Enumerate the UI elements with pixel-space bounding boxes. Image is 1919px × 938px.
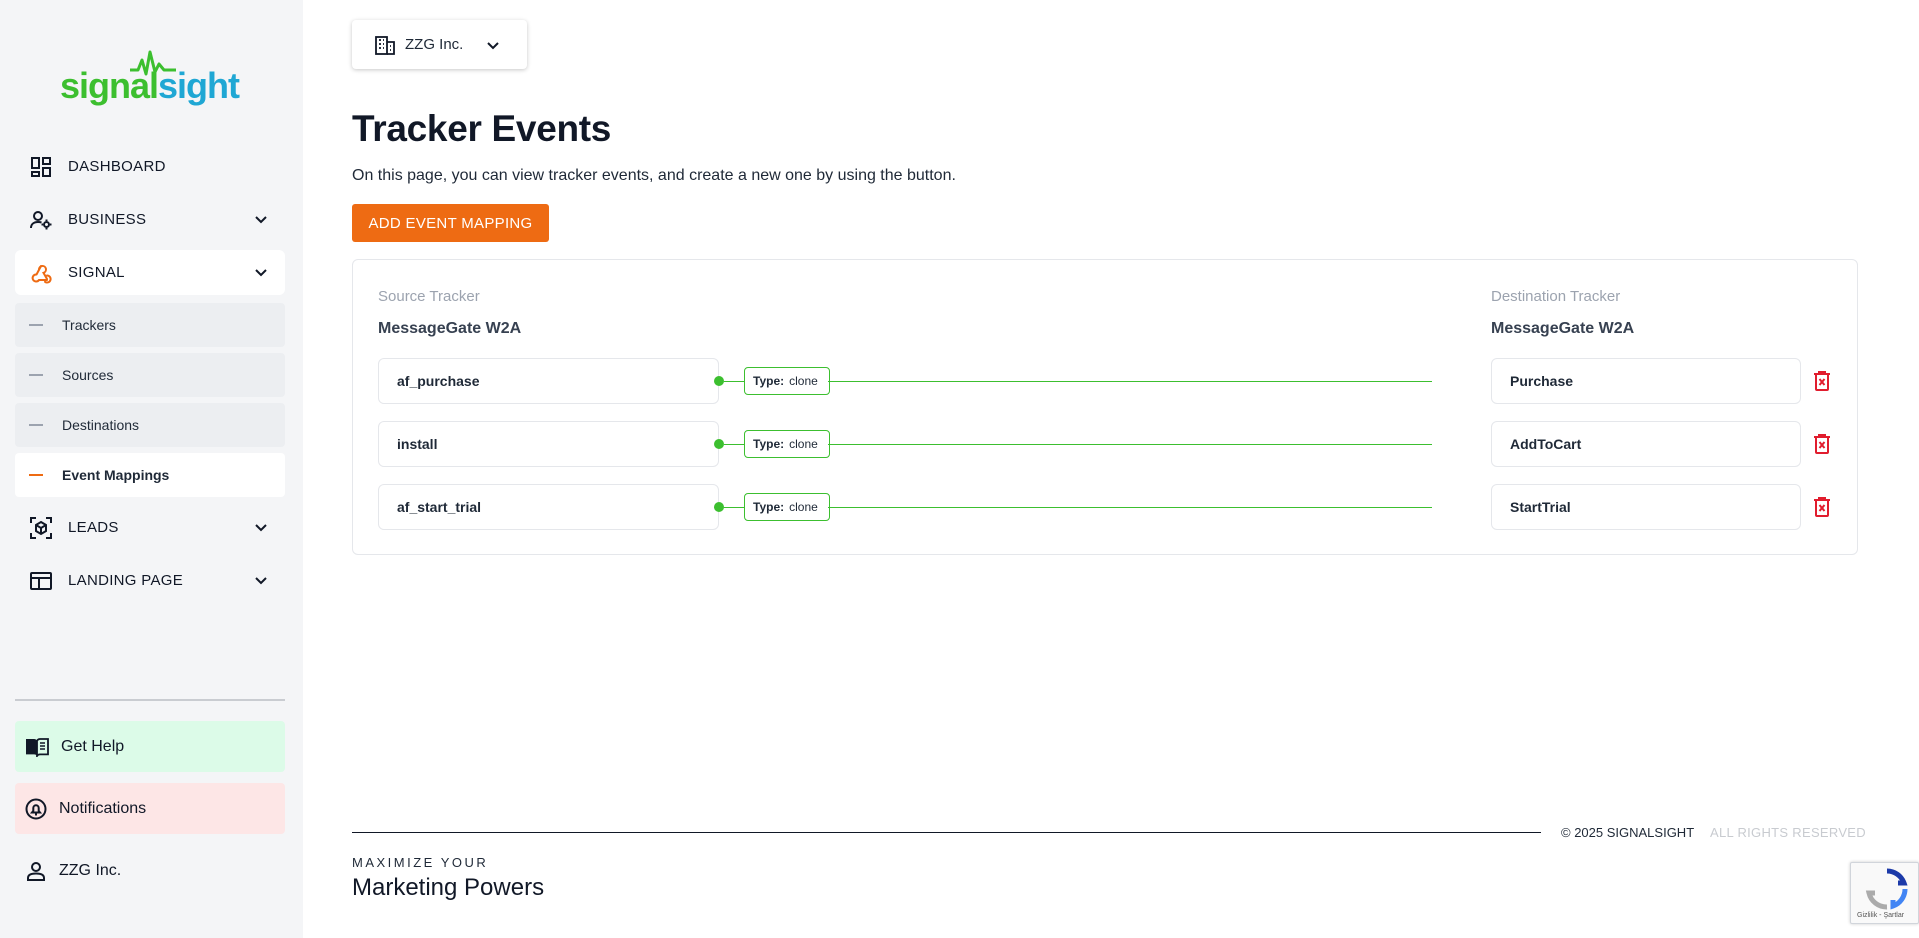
mapping-type-badge[interactable]: Type: clone (744, 493, 830, 521)
connector-line (828, 381, 1432, 382)
mapping-type-badge[interactable]: Type: clone (744, 430, 830, 458)
tagline-large: Marketing Powers (352, 874, 545, 901)
nav-label: SIGNAL (68, 264, 125, 281)
rights-text: ALL RIGHTS RESERVED (1710, 825, 1866, 840)
connector-dot (714, 439, 724, 449)
type-value: clone (789, 374, 818, 388)
recaptcha-badge[interactable]: Gizlilik - Şartlar (1850, 862, 1919, 924)
user-gear-icon (30, 209, 52, 231)
source-event-field[interactable]: install (378, 421, 719, 467)
sub-label: Event Mappings (62, 467, 170, 483)
recaptcha-terms[interactable]: Gizlilik - Şartlar (1857, 912, 1904, 919)
mapping-type-badge[interactable]: Type: clone (744, 367, 830, 395)
sidebar: signalsight DASHBOARD BUSINESS SIGNAL Tr… (0, 0, 303, 938)
user-icon (27, 861, 45, 881)
destination-event-field[interactable]: AddToCart (1491, 421, 1801, 467)
get-help-button[interactable]: Get Help (15, 721, 285, 772)
dash-marker (29, 424, 43, 426)
nav-item-leads[interactable]: LEADS (15, 505, 285, 550)
bell-circle-icon (25, 798, 47, 819)
organization-name: ZZG Inc. (405, 36, 464, 53)
main-nav: DASHBOARD BUSINESS SIGNAL Trackers Sourc… (15, 144, 285, 611)
recaptcha-icon (1865, 868, 1908, 910)
user-account-button[interactable]: ZZG Inc. (15, 845, 285, 896)
chevron-down-icon (255, 524, 267, 532)
chevron-down-icon (255, 216, 267, 224)
nav-label: DASHBOARD (68, 158, 166, 175)
notifications-button[interactable]: Notifications (15, 783, 285, 834)
destination-event-field[interactable]: Purchase (1491, 358, 1801, 404)
connector-line (828, 444, 1432, 445)
browser-window-icon (30, 570, 52, 592)
type-key: Type: (753, 437, 785, 451)
nav-label: LEADS (68, 519, 119, 536)
connector-dot (714, 376, 724, 386)
add-event-mapping-button[interactable]: ADD EVENT MAPPING (352, 204, 549, 242)
signalsight-logo[interactable]: signalsight (60, 48, 240, 108)
webhook-icon (30, 262, 52, 284)
page-title: Tracker Events (352, 108, 612, 149)
nav-label: LANDING PAGE (68, 572, 184, 589)
chevron-down-icon (255, 269, 267, 277)
organization-selector[interactable]: ZZG Inc. (352, 20, 527, 69)
sidebar-item-trackers[interactable]: Trackers (15, 303, 285, 347)
sidebar-item-sources[interactable]: Sources (15, 353, 285, 397)
type-key: Type: (753, 500, 785, 514)
trash-icon[interactable] (1813, 497, 1831, 517)
sidebar-item-event-mappings[interactable]: Event Mappings (15, 453, 285, 497)
sidebar-divider (15, 699, 285, 701)
type-value: clone (789, 437, 818, 451)
nav-item-business[interactable]: BUSINESS (15, 197, 285, 242)
source-tracker-name: MessageGate W2A (378, 320, 522, 337)
nav-item-signal[interactable]: SIGNAL (15, 250, 285, 295)
trash-icon[interactable] (1813, 434, 1831, 454)
source-event-field[interactable]: af_purchase (378, 358, 719, 404)
sidebar-item-destinations[interactable]: Destinations (15, 403, 285, 447)
dash-marker (29, 474, 43, 476)
get-help-label: Get Help (61, 737, 125, 755)
nav-item-dashboard[interactable]: DASHBOARD (15, 144, 285, 189)
trash-icon[interactable] (1813, 371, 1831, 391)
source-tracker-heading: Source Tracker (378, 288, 480, 305)
destination-tracker-heading: Destination Tracker (1491, 288, 1621, 305)
event-mapping-card: Source Tracker MessageGate W2A Destinati… (352, 259, 1858, 555)
sub-label: Destinations (62, 417, 140, 433)
chevron-down-icon (487, 42, 499, 50)
footer-divider (352, 832, 1541, 833)
type-key: Type: (753, 374, 785, 388)
sub-label: Trackers (62, 317, 116, 333)
dashboard-icon (30, 156, 52, 178)
destination-tracker-name: MessageGate W2A (1491, 320, 1635, 337)
book-icon (26, 737, 49, 757)
page-description: On this page, you can view tracker event… (352, 167, 956, 184)
notifications-label: Notifications (59, 799, 147, 817)
chevron-down-icon (255, 577, 267, 585)
nav-item-landing-page[interactable]: LANDING PAGE (15, 558, 285, 603)
type-value: clone (789, 500, 818, 514)
destination-event-field[interactable]: StartTrial (1491, 484, 1801, 530)
building-icon (375, 35, 395, 55)
nav-label: BUSINESS (68, 211, 147, 228)
copyright-text: © 2025 SIGNALSIGHT (1561, 825, 1695, 840)
tagline-small: MAXIMIZE YOUR (352, 855, 489, 870)
connector-dot (714, 502, 724, 512)
user-label: ZZG Inc. (59, 861, 122, 879)
source-event-field[interactable]: af_start_trial (378, 484, 719, 530)
cube-scan-icon (30, 516, 52, 539)
dash-marker (29, 374, 43, 376)
sub-label: Sources (62, 367, 114, 383)
connector-line (828, 507, 1432, 508)
dash-marker (29, 324, 43, 326)
